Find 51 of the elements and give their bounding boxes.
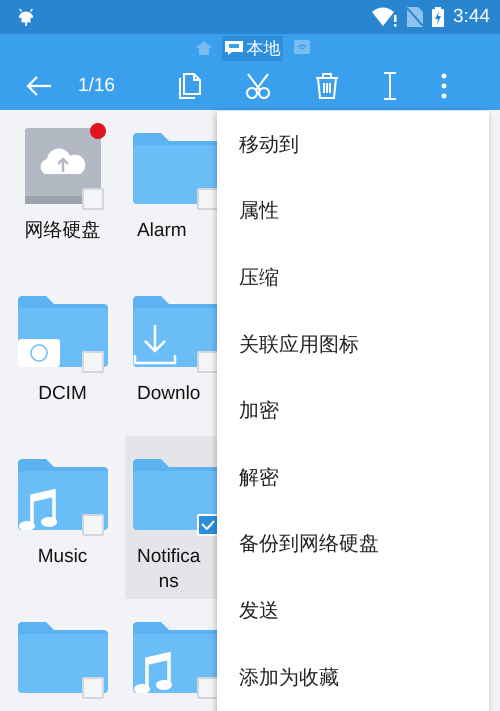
file-item[interactable]: Music xyxy=(0,436,125,599)
back-icon[interactable] xyxy=(26,75,52,97)
checkbox[interactable] xyxy=(82,677,104,699)
selection-count: 1/16 xyxy=(78,75,115,97)
checkbox[interactable] xyxy=(197,188,217,210)
android-icon xyxy=(17,7,35,27)
checkbox[interactable] xyxy=(197,677,217,699)
menu-item[interactable]: 备份到网络硬盘 xyxy=(217,510,489,578)
file-name: 网络硬盘 xyxy=(24,219,100,243)
file-item[interactable]: DCIM xyxy=(0,273,125,436)
no-sim-icon xyxy=(407,7,424,27)
home-icon xyxy=(196,40,212,56)
menu-item[interactable]: 加密 xyxy=(217,377,489,444)
menu-item[interactable]: 解密 xyxy=(217,444,489,511)
music-folder-icon xyxy=(18,458,108,530)
file-name: Notifica xyxy=(137,545,200,569)
copy-icon[interactable] xyxy=(178,73,201,99)
clock: 3:44 xyxy=(453,6,490,28)
menu-item[interactable]: 压缩 xyxy=(217,244,489,311)
checkbox[interactable] xyxy=(197,351,217,373)
camera-folder-icon xyxy=(18,295,108,367)
check-icon xyxy=(201,520,215,530)
cloud-drive-icon xyxy=(24,128,100,204)
folder-icon xyxy=(133,132,217,204)
checkbox[interactable] xyxy=(82,351,104,373)
file-item[interactable]: Alarm xyxy=(125,110,217,273)
trash-icon[interactable] xyxy=(314,73,339,99)
home-tab[interactable] xyxy=(194,39,214,57)
checkbox[interactable] xyxy=(82,188,104,210)
file-item[interactable]: Downlo xyxy=(125,273,217,436)
checkbox[interactable] xyxy=(82,514,104,536)
file-name: DCIM xyxy=(38,382,87,406)
battery-charging-icon xyxy=(432,7,444,27)
network-icon xyxy=(292,39,310,57)
file-name: Alarm xyxy=(137,219,187,243)
file-item[interactable]: 网络硬盘 xyxy=(0,110,125,273)
menu-item[interactable]: 属性 xyxy=(217,178,489,244)
more-icon[interactable] xyxy=(440,73,447,99)
rename-icon[interactable] xyxy=(382,72,397,100)
file-item[interactable]: Notifica ns xyxy=(125,436,217,599)
file-name: ns xyxy=(158,570,179,594)
folder-icon xyxy=(133,458,217,530)
wifi-warning-icon xyxy=(372,7,398,27)
menu-item[interactable]: 关联应用图标 xyxy=(217,310,489,378)
file-name: Downlo xyxy=(137,382,200,406)
cut-icon[interactable] xyxy=(244,73,271,99)
menu-item[interactable]: 移动到 xyxy=(217,111,489,178)
menu-item[interactable]: 添加为收藏 xyxy=(217,644,489,710)
folder-icon xyxy=(18,621,108,693)
menu-item[interactable]: 发送 xyxy=(217,577,489,644)
file-name: Music xyxy=(38,545,88,569)
